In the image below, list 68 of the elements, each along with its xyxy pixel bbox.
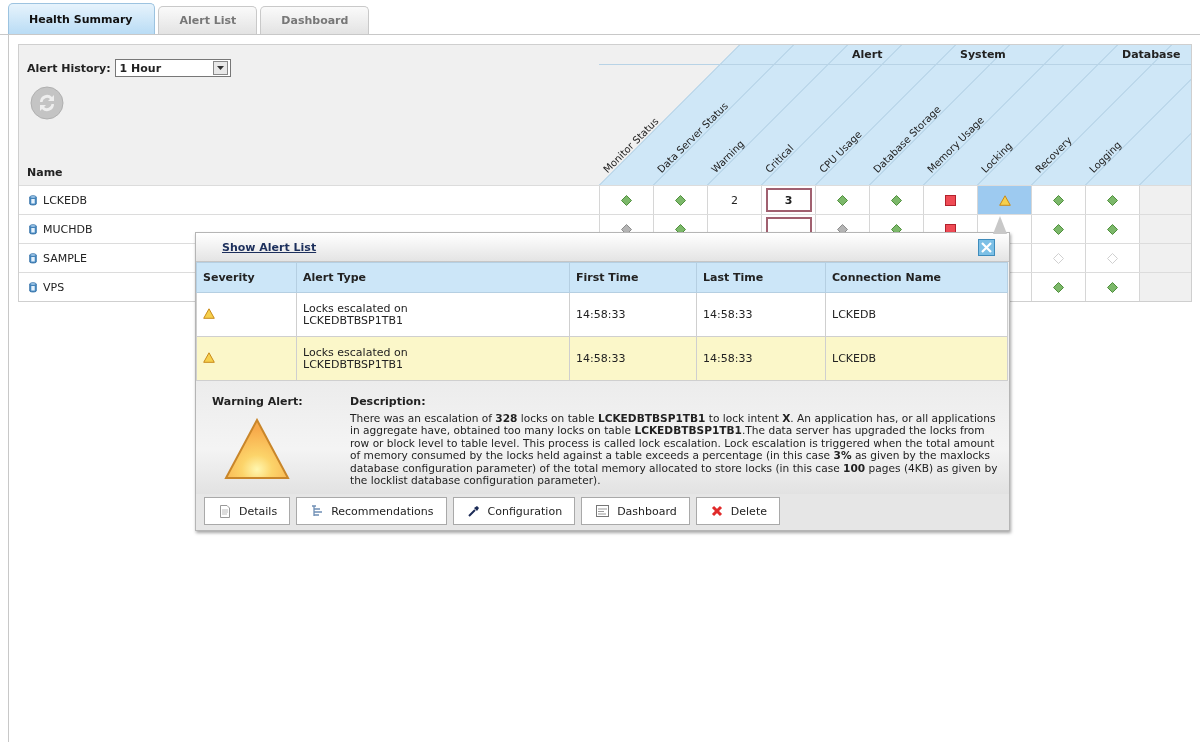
alert-count: 2 (731, 193, 738, 207)
database-name[interactable]: SAMPLE (43, 251, 87, 265)
database-icon (29, 281, 37, 293)
list-icon (311, 505, 324, 518)
database-name[interactable]: MUCHDB (43, 222, 93, 236)
warning-icon (203, 307, 215, 319)
ok-diamond-icon (621, 194, 632, 206)
column-group-header: Alert (852, 48, 883, 61)
warning-icon (203, 351, 215, 363)
column-header: First Time (569, 262, 697, 293)
description-text: There was an escalation of 328 locks on table LCKEDBTBSP1TB1 to lock intent X. An application has, or all applications in aggregate have, obtained too many locks on table LCKEDBTBSP1TB1.The data server has upgraded the locks from row or block level to table level. This process is called lock escalation. Lock escalation is triggered when the total amount of memory consumed by the locks held against a table exceeds a percentage (in this case 3% as given by the maxlocks database configuration parameter) of the total memory allocated to store locks (in this case 100 pages (4KB) as given by the locklist database configuration parameter). (350, 412, 999, 487)
square-icon (945, 194, 956, 206)
ok-diamond-icon (1107, 281, 1118, 293)
alert-row[interactable]: Locks escalated on LCKEDBTBSP1TB1 14:58:33 14:58:33 LCKEDB (196, 336, 1008, 381)
column-header: Name (27, 166, 64, 179)
database-icon (29, 194, 37, 206)
ok-diamond-icon (837, 194, 848, 206)
ok-diamond-icon (1053, 194, 1064, 206)
column-header: Alert Type (296, 262, 570, 293)
diamond-icon (1107, 252, 1118, 264)
table-cell: LCKEDB (832, 308, 876, 321)
document-icon (219, 504, 231, 518)
tab[interactable]: Dashboard (260, 6, 370, 34)
close-icon[interactable] (978, 238, 995, 256)
show-alert-list-link[interactable]: Show Alert List (222, 240, 317, 254)
table-cell: LCKEDB (832, 352, 876, 365)
table-cell-text: Locks escalated on LCKEDBTBSP1TB1 (303, 346, 409, 371)
tab[interactable]: Alert List (158, 6, 258, 34)
action-button[interactable]: Details (204, 497, 291, 526)
table-cell-text: Locks escalated on LCKEDBTBSP1TB1 (303, 302, 409, 327)
action-button[interactable]: Dashboard (581, 497, 690, 526)
warning-icon (224, 418, 290, 480)
ok-diamond-icon (1053, 223, 1064, 235)
table-cell: 14:58:33 (576, 308, 626, 321)
ok-diamond-icon (891, 194, 902, 206)
table-cell: 14:58:33 (576, 352, 626, 365)
ok-diamond-icon (675, 194, 686, 206)
table-cell: 14:58:33 (703, 308, 753, 321)
alert-history-dropdown[interactable]: 1 Hour (114, 59, 231, 77)
ok-diamond-icon (1053, 281, 1064, 293)
ok-diamond-icon (1107, 223, 1118, 235)
field-label: Alert History: (27, 61, 111, 75)
tab[interactable]: Health Summary (8, 3, 156, 34)
action-button[interactable]: Recommendations (296, 497, 447, 526)
column-header: Severity (196, 262, 297, 293)
column-group-header: System (960, 48, 1006, 61)
description-label: Description: (350, 395, 427, 408)
selected-cell[interactable] (977, 186, 1031, 214)
alert-row[interactable]: Locks escalated on LCKEDBTBSP1TB1 14:58:33 14:58:33 LCKEDB (196, 292, 1008, 337)
column-header: Connection Name (825, 262, 1008, 293)
caret-icon[interactable] (216, 66, 224, 70)
database-icon (29, 223, 37, 235)
database-name[interactable]: VPS (43, 280, 65, 294)
cross-icon (710, 505, 723, 518)
column-header: Last Time (696, 262, 826, 293)
refresh-icon[interactable] (30, 86, 64, 120)
ok-diamond-icon (1107, 194, 1118, 206)
alert-severity-label: Warning Alert: (212, 395, 304, 408)
wrench-icon (467, 505, 480, 518)
column-group-header: Database (1122, 48, 1181, 61)
diamond-icon (1053, 252, 1064, 264)
action-button[interactable]: Configuration (452, 497, 576, 526)
warning-icon (998, 194, 1011, 206)
database-name[interactable]: LCKEDB (43, 193, 87, 207)
window-icon (596, 505, 610, 518)
table-cell: 14:58:33 (703, 352, 753, 365)
action-button[interactable]: Delete (695, 497, 780, 526)
database-icon (29, 252, 37, 264)
